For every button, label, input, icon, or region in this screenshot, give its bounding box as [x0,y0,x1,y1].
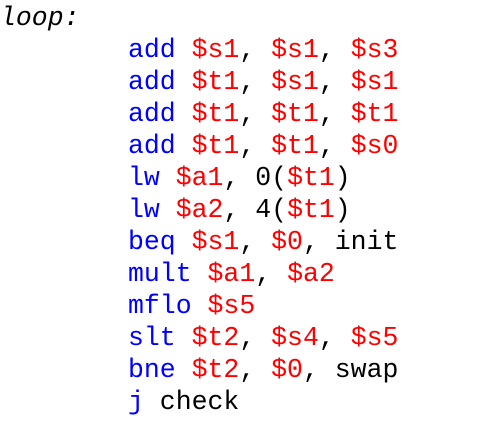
instruction-line: lw $a1, 0($t1) [128,162,398,194]
operand-text: ) [334,163,351,193]
operand-text: , [239,99,272,129]
operand-text [176,227,192,257]
register: $a2 [175,195,224,225]
register: $s3 [350,35,399,65]
mnemonic: add [128,35,176,65]
operand-text: , [318,131,351,161]
operand-text: , [318,67,351,97]
register: $t1 [191,131,240,161]
instruction-line: add $t1, $t1, $t1 [128,98,398,130]
operand-text [176,355,192,385]
mnemonic: lw [128,163,160,193]
register: $a1 [207,259,256,289]
instruction-line: add $t1, $s1, $s1 [128,66,398,98]
instruction-line: slt $t2, $s4, $s5 [128,322,398,354]
mnemonic: mflo [128,291,192,321]
mnemonic: bne [128,355,176,385]
instruction-line: bne $t2, $0, swap [128,354,398,386]
operand-text: , init [302,227,399,257]
mnemonic: beq [128,227,176,257]
operand-text: , 4( [223,195,288,225]
mnemonic: add [128,131,176,161]
operand-text: , [318,99,351,129]
operand-text: , [239,355,272,385]
operand-text [160,195,176,225]
mnemonic: lw [128,195,160,225]
operand-text: , [255,259,288,289]
register: $t1 [287,195,335,225]
register: $t1 [191,99,240,129]
register: $a2 [287,259,335,289]
register: $0 [271,355,303,385]
register: $s5 [207,291,256,321]
register: $s4 [271,323,319,353]
mnemonic: add [128,67,176,97]
register: $s5 [350,323,399,353]
register: $0 [271,227,303,257]
instruction-list: add $s1, $s1, $s3 add $t1, $s1, $s1 add $t… [128,34,398,418]
register: $a1 [175,163,224,193]
mnemonic: j [128,387,144,417]
register: $s1 [191,227,240,257]
mnemonic: add [128,99,176,129]
register: $t2 [191,355,240,385]
instruction-line: j check [128,386,398,418]
operand-text [160,163,176,193]
mnemonic: slt [128,323,176,353]
operand-text: , [239,131,272,161]
operand-text [176,131,192,161]
register: $s1 [271,35,319,65]
register: $t1 [191,67,240,97]
operand-text [192,259,208,289]
code-listing: loop: add $s1, $s1, $s3 add $t1, $s1, $s1… [0,0,502,422]
instruction-line: lw $a2, 4($t1) [128,194,398,226]
register: $t2 [191,323,240,353]
operand-text [192,291,208,321]
mnemonic: mult [128,259,192,289]
operand-text: ) [334,195,351,225]
operand-text [176,35,192,65]
instruction-line: add $t1, $t1, $s0 [128,130,398,162]
operand-text: , 0( [223,163,288,193]
register: $t1 [271,131,319,161]
register: $s1 [191,35,240,65]
register: $t1 [287,163,335,193]
operand-text: , [239,35,272,65]
operand-text: , [318,323,351,353]
operand-text: , swap [302,355,399,385]
instruction-line: mflo $s5 [128,290,398,322]
operand-text: , [239,67,272,97]
loop-label: loop: [0,3,80,33]
register: $s1 [271,67,319,97]
operand-text: , [239,323,272,353]
instruction-line: mult $a1, $a2 [128,258,398,290]
operand-text [176,67,192,97]
register: $t1 [271,99,319,129]
operand-text: check [143,387,240,417]
instruction-line: beq $s1, $0, init [128,226,398,258]
register: $s1 [350,67,399,97]
operand-text: , [239,227,272,257]
instruction-line: add $s1, $s1, $s3 [128,34,398,66]
operand-text [176,323,192,353]
operand-text [176,99,192,129]
register: $s0 [350,131,399,161]
register: $t1 [350,99,399,129]
operand-text: , [318,35,351,65]
